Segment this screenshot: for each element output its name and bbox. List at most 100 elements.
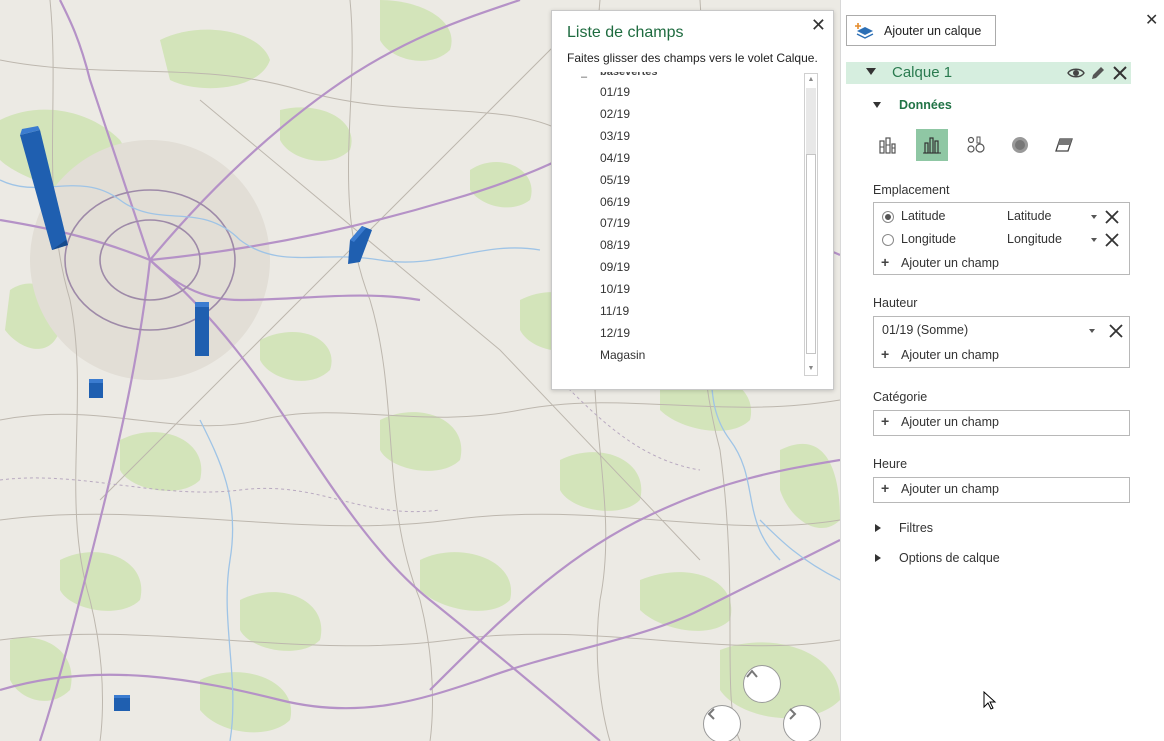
location-field-name: Latitude xyxy=(901,209,946,223)
add-field-label: Ajouter un champ xyxy=(901,482,999,496)
column-marker[interactable] xyxy=(348,226,372,264)
field-item[interactable]: 06/19 xyxy=(600,195,630,209)
rotate-right-button[interactable] xyxy=(783,705,821,741)
field-list-scrollbar[interactable]: ▲ ▼ xyxy=(804,73,818,376)
field-list-title: Liste de champs xyxy=(567,24,684,41)
region-icon xyxy=(1055,138,1073,152)
column-marker[interactable] xyxy=(89,379,103,398)
clustered-column-button[interactable] xyxy=(916,129,948,161)
plus-icon: + xyxy=(881,413,890,429)
dropdown-icon[interactable] xyxy=(1091,215,1097,219)
add-field-button[interactable]: + Ajouter un champ xyxy=(874,253,1129,275)
remove-icon[interactable] xyxy=(1104,232,1120,248)
plus-icon: + xyxy=(881,346,890,362)
category-field-box: + Ajouter un champ xyxy=(873,410,1130,436)
field-list: – basevertes 01/19 02/19 03/19 04/19 05/… xyxy=(567,72,802,372)
clustered-column-icon xyxy=(923,137,941,154)
field-item[interactable]: 10/19 xyxy=(600,282,630,296)
location-field-name: Longitude xyxy=(901,232,956,246)
location-row[interactable]: Latitude Latitude xyxy=(874,206,1129,228)
category-label: Catégorie xyxy=(873,390,928,404)
stacked-column-button[interactable] xyxy=(871,129,903,161)
chevron-up-icon xyxy=(746,669,758,678)
location-field-box: Latitude Latitude Longitude Longitude + … xyxy=(873,202,1130,275)
height-field-value[interactable]: 01/19 (Somme) xyxy=(882,323,968,337)
add-layer-icon xyxy=(855,23,874,39)
add-field-label: Ajouter un champ xyxy=(901,348,999,362)
field-item[interactable]: 12/19 xyxy=(600,326,630,340)
add-layer-label: Ajouter un calque xyxy=(884,24,982,38)
plus-icon: + xyxy=(881,254,890,270)
field-item[interactable]: 07/19 xyxy=(600,216,630,230)
field-item[interactable]: 03/19 xyxy=(600,129,630,143)
column-marker[interactable] xyxy=(20,126,68,250)
scroll-down-icon[interactable]: ▼ xyxy=(805,363,817,375)
height-label: Hauteur xyxy=(873,296,918,310)
location-type-select[interactable]: Longitude xyxy=(1007,232,1062,246)
delete-icon[interactable] xyxy=(1111,64,1129,82)
eye-icon[interactable] xyxy=(1067,64,1085,82)
location-label: Emplacement xyxy=(873,183,950,197)
heatmap-icon xyxy=(1012,137,1028,153)
add-layer-button[interactable]: Ajouter un calque xyxy=(846,15,996,46)
field-item[interactable]: 11/19 xyxy=(600,304,629,318)
chevron-left-icon xyxy=(707,708,715,720)
dropdown-icon[interactable] xyxy=(1091,238,1097,242)
expand-icon[interactable] xyxy=(875,524,881,532)
tilt-up-button[interactable] xyxy=(743,665,781,703)
data-section-title[interactable]: Données xyxy=(899,98,952,112)
scroll-up-icon[interactable]: ▲ xyxy=(805,74,817,86)
close-icon[interactable]: ✕ xyxy=(1145,10,1158,30)
radio-button[interactable] xyxy=(882,234,894,246)
filters-section[interactable]: Filtres xyxy=(899,521,933,535)
bubble-button[interactable] xyxy=(960,129,992,161)
add-field-label: Ajouter un champ xyxy=(901,256,999,270)
mouse-cursor-icon xyxy=(983,691,997,710)
height-field-box: 01/19 (Somme) + Ajouter un champ xyxy=(873,316,1130,368)
rotate-left-button[interactable] xyxy=(703,705,741,741)
field-list-hint: Faites glisser des champs vers le volet … xyxy=(567,51,818,65)
expand-icon[interactable] xyxy=(875,554,881,562)
bubble-icon xyxy=(967,136,985,153)
stacked-column-icon xyxy=(879,137,896,154)
layer-name[interactable]: Calque 1 xyxy=(892,64,952,81)
scroll-track xyxy=(806,88,816,154)
time-field-box: + Ajouter un champ xyxy=(873,477,1130,503)
field-item[interactable]: Magasin xyxy=(600,348,645,362)
dropdown-icon[interactable] xyxy=(1089,329,1095,333)
close-icon[interactable]: ✕ xyxy=(811,16,826,34)
field-item[interactable]: 08/19 xyxy=(600,238,630,252)
collapse-icon[interactable] xyxy=(873,102,881,108)
height-row[interactable]: 01/19 (Somme) xyxy=(874,320,1129,342)
pencil-icon[interactable] xyxy=(1089,64,1107,82)
column-marker[interactable] xyxy=(114,695,130,711)
add-field-label: Ajouter un champ xyxy=(901,415,999,429)
remove-icon[interactable] xyxy=(1108,323,1124,339)
location-row[interactable]: Longitude Longitude xyxy=(874,229,1129,251)
layer-options-section[interactable]: Options de calque xyxy=(899,551,1000,565)
heatmap-button[interactable] xyxy=(1004,129,1036,161)
chevron-right-icon xyxy=(789,708,797,720)
column-marker[interactable] xyxy=(195,302,209,356)
plus-icon: + xyxy=(881,480,890,496)
collapse-icon[interactable]: – xyxy=(581,72,587,83)
field-item[interactable]: 01/19 xyxy=(600,85,630,99)
add-field-button[interactable]: + Ajouter un champ xyxy=(874,345,1129,367)
field-item[interactable]: 02/19 xyxy=(600,107,630,121)
field-item[interactable]: 05/19 xyxy=(600,173,630,187)
field-item[interactable]: 09/19 xyxy=(600,260,630,274)
collapse-icon[interactable] xyxy=(866,68,876,75)
add-field-button[interactable]: + Ajouter un champ xyxy=(874,412,1129,434)
scroll-thumb[interactable] xyxy=(806,154,816,354)
layer-header[interactable]: Calque 1 xyxy=(846,62,1131,84)
remove-icon[interactable] xyxy=(1104,209,1120,225)
layer-pane: Ajouter un calque ✕ Calque 1 Données Emp… xyxy=(840,0,1164,741)
region-button[interactable] xyxy=(1048,129,1080,161)
field-list-pane: Liste de champs ✕ Faites glisser des cha… xyxy=(551,10,834,390)
add-field-button[interactable]: + Ajouter un champ xyxy=(874,479,1129,501)
time-label: Heure xyxy=(873,457,908,471)
field-item[interactable]: 04/19 xyxy=(600,151,630,165)
field-group-name: basevertes xyxy=(600,72,658,78)
radio-button[interactable] xyxy=(882,211,894,223)
location-type-select[interactable]: Latitude xyxy=(1007,209,1051,223)
